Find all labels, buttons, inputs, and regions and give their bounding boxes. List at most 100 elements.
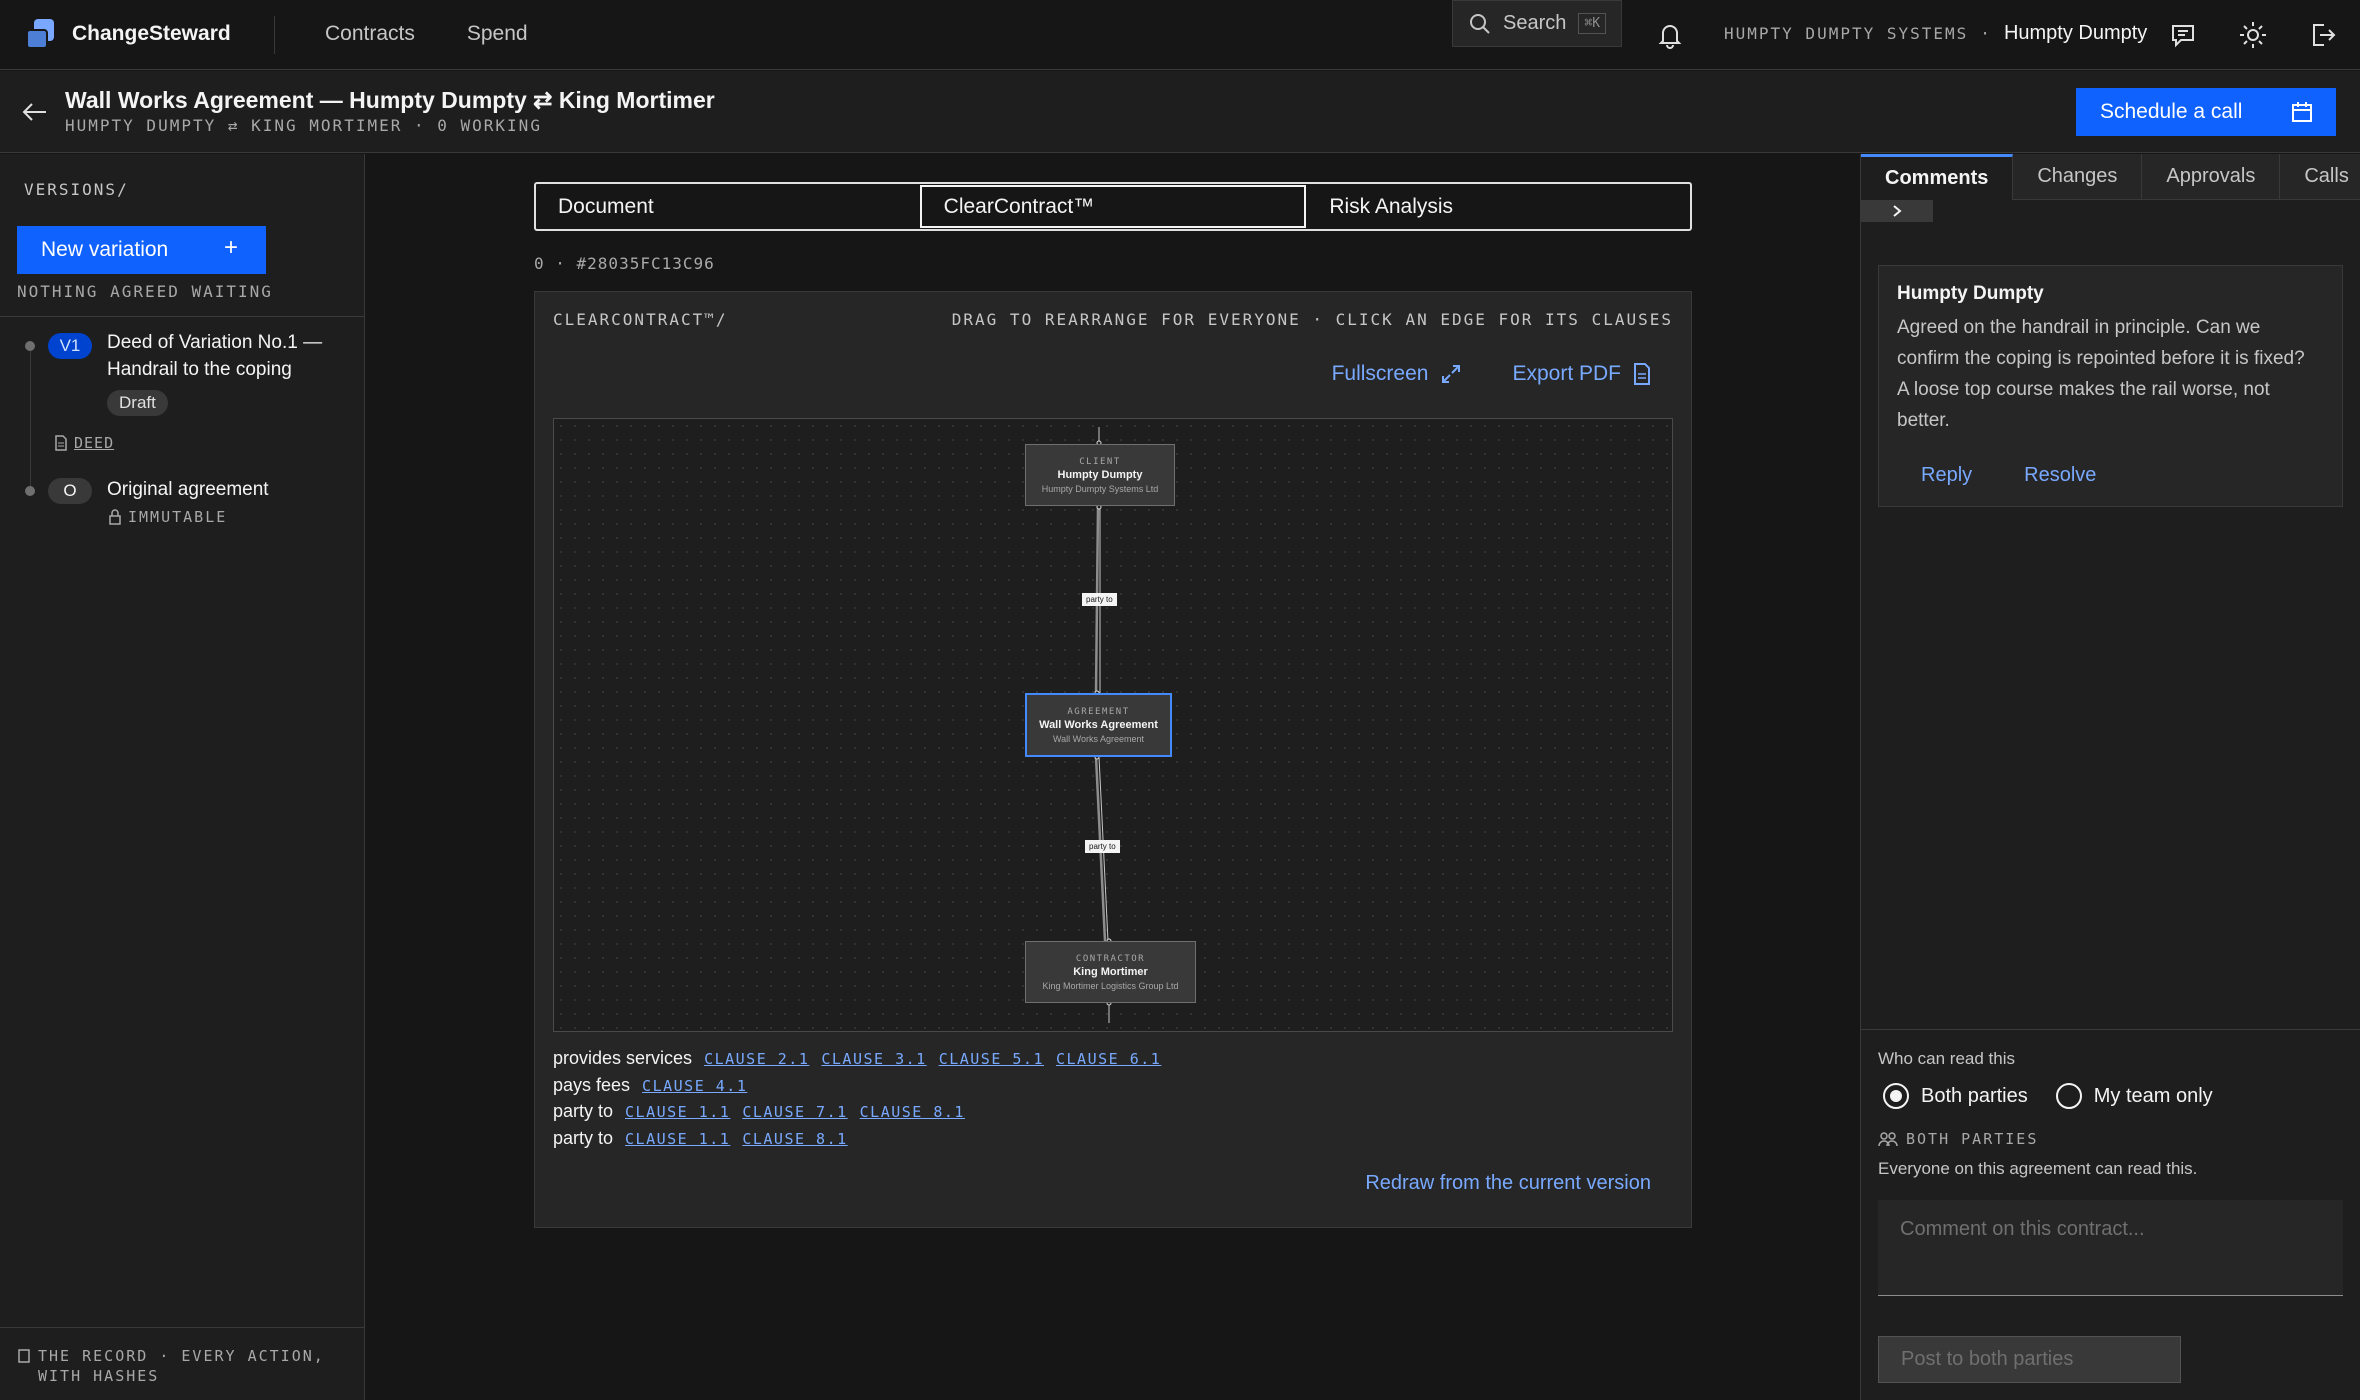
clause-link[interactable]: CLAUSE 6.1 bbox=[1056, 1047, 1161, 1073]
radio-label: My team only bbox=[2093, 1084, 2213, 1107]
new-variation-label: New variation bbox=[41, 238, 169, 261]
edge-label[interactable]: party to bbox=[1082, 593, 1117, 606]
versions-panel: VERSIONS/ New variation + NOTHING AGREED… bbox=[0, 154, 365, 1400]
visibility-tag: BOTH PARTIES bbox=[1878, 1130, 2038, 1148]
clause-link[interactable]: CLAUSE 1.1 bbox=[625, 1100, 730, 1126]
clause-relation: pays fees bbox=[553, 1074, 631, 1095]
org-name: HUMPTY DUMPTY SYSTEMS bbox=[1724, 24, 1969, 43]
collapse-button[interactable] bbox=[1861, 200, 1933, 222]
new-variation-button[interactable]: New variation + bbox=[17, 226, 266, 274]
reply-button[interactable]: Reply bbox=[1921, 464, 1972, 487]
page-title: Wall Works Agreement — Humpty Dumpty ⇄ K… bbox=[65, 87, 715, 113]
node-name: Wall Works Agreement bbox=[1039, 719, 1158, 731]
export-pdf-button[interactable]: Export PDF bbox=[1512, 362, 1651, 386]
clause-link[interactable]: CLAUSE 4.1 bbox=[642, 1074, 747, 1100]
node-sub: Wall Works Agreement bbox=[1052, 734, 1145, 744]
clearcontract-card: CLEARCONTRACT™/ DRAG TO REARRANGE FOR EV… bbox=[534, 291, 1692, 1228]
redraw-button[interactable]: Redraw from the current version bbox=[1365, 1172, 1651, 1195]
node-agreement[interactable]: AGREEMENT Wall Works Agreement Wall Work… bbox=[1025, 693, 1172, 757]
nav-contracts[interactable]: Contracts bbox=[325, 22, 415, 46]
versions-status: NOTHING AGREED WAITING bbox=[17, 282, 273, 301]
visibility-options: Both parties My team only bbox=[1883, 1083, 2213, 1109]
tab-document[interactable]: Document bbox=[536, 184, 919, 229]
tab-changes[interactable]: Changes bbox=[2013, 154, 2143, 200]
visibility-tag-label: BOTH PARTIES bbox=[1906, 1130, 2039, 1148]
clause-relation: party to bbox=[553, 1101, 614, 1121]
agreement-header: Wall Works Agreement — Humpty Dumpty ⇄ K… bbox=[0, 71, 2360, 153]
activity-panel: Comments Changes Approvals Calls Humpty … bbox=[1860, 154, 2360, 1400]
edge-label[interactable]: party to bbox=[1085, 840, 1120, 853]
deed-link[interactable]: DEED bbox=[54, 434, 114, 452]
tab-risk-analysis[interactable]: Risk Analysis bbox=[1307, 184, 1690, 229]
org-switcher[interactable]: HUMPTY DUMPTY SYSTEMS · Humpty Dumpty bbox=[1724, 22, 2147, 45]
back-arrow-icon[interactable] bbox=[20, 97, 50, 127]
comment-input[interactable] bbox=[1878, 1200, 2343, 1296]
node-name: Humpty Dumpty bbox=[1057, 469, 1143, 481]
bell-icon[interactable] bbox=[1655, 20, 1685, 50]
timeline-line bbox=[30, 344, 31, 494]
expand-icon bbox=[1442, 365, 1461, 383]
tab-comments[interactable]: Comments bbox=[1861, 154, 2014, 200]
clause-link[interactable]: CLAUSE 8.1 bbox=[742, 1127, 847, 1153]
clause-link[interactable]: CLAUSE 7.1 bbox=[742, 1100, 847, 1126]
radio-unselected-icon bbox=[2055, 1083, 2082, 1109]
node-name: King Mortimer bbox=[1073, 966, 1148, 978]
fullscreen-button[interactable]: Fullscreen bbox=[1332, 362, 1463, 386]
nav-spend[interactable]: Spend bbox=[467, 22, 528, 46]
clause-link[interactable]: CLAUSE 3.1 bbox=[821, 1047, 926, 1073]
radio-label: Both parties bbox=[1921, 1084, 2028, 1107]
clause-row: party to CLAUSE 1.1 CLAUSE 8.1 bbox=[553, 1126, 1161, 1153]
tab-clearcontract[interactable]: ClearContract™ bbox=[919, 185, 1307, 228]
node-kind: CONTRACTOR bbox=[1075, 954, 1146, 964]
brand-name: ChangeSteward bbox=[72, 22, 231, 45]
node-contractor[interactable]: CONTRACTOR King Mortimer King Mortimer L… bbox=[1025, 941, 1196, 1003]
version-badge[interactable]: O bbox=[48, 478, 92, 504]
clause-link[interactable]: CLAUSE 8.1 bbox=[860, 1100, 965, 1126]
node-sub: Humpty Dumpty Systems Ltd bbox=[1041, 484, 1159, 494]
search-button[interactable]: Search ⌘K bbox=[1452, 0, 1622, 47]
comment-actions: Reply Resolve bbox=[1921, 464, 2096, 487]
timeline-dot bbox=[25, 486, 35, 496]
clause-link[interactable]: CLAUSE 2.1 bbox=[704, 1047, 809, 1073]
version-title[interactable]: Deed of Variation No.1 — Handrail to the… bbox=[107, 329, 337, 383]
immutable-label: IMMUTABLE bbox=[128, 508, 228, 526]
logout-icon[interactable] bbox=[2308, 20, 2338, 50]
version-hash: 0 · #28035FC13C96 bbox=[534, 254, 715, 273]
version-title[interactable]: Original agreement bbox=[107, 476, 337, 503]
chat-icon[interactable] bbox=[2168, 20, 2198, 50]
record-link[interactable]: THE RECORD · EVERY ACTION, WITH HASHES bbox=[18, 1346, 348, 1386]
clause-link[interactable]: CLAUSE 1.1 bbox=[625, 1127, 730, 1153]
chevron-right-icon bbox=[1893, 205, 1902, 217]
version-badge[interactable]: V1 bbox=[48, 333, 92, 359]
clause-link[interactable]: CLAUSE 5.1 bbox=[939, 1047, 1044, 1073]
record-label: THE RECORD · EVERY ACTION, WITH HASHES bbox=[38, 1347, 325, 1385]
schedule-call-button[interactable]: Schedule a call bbox=[2076, 88, 2336, 136]
brand[interactable]: ChangeSteward bbox=[24, 14, 231, 54]
page-subtitle: HUMPTY DUMPTY ⇄ KING MORTIMER · 0 WORKIN… bbox=[65, 116, 542, 135]
sun-icon[interactable] bbox=[2238, 20, 2268, 50]
immutable-note: IMMUTABLE bbox=[108, 508, 227, 526]
calendar-icon bbox=[2292, 102, 2312, 122]
divider bbox=[0, 1327, 365, 1328]
user-name: Humpty Dumpty bbox=[2003, 22, 2148, 44]
tab-approvals[interactable]: Approvals bbox=[2142, 154, 2281, 200]
document-icon bbox=[55, 435, 67, 451]
resolve-button[interactable]: Resolve bbox=[2024, 464, 2096, 487]
clause-row: pays fees CLAUSE 4.1 bbox=[553, 1073, 1161, 1100]
status-badge: Draft bbox=[107, 390, 168, 416]
visibility-description: Everyone on this agreement can read this… bbox=[1878, 1159, 2198, 1178]
tab-calls[interactable]: Calls bbox=[2280, 154, 2360, 200]
comment-text: Agreed on the handrail in principle. Can… bbox=[1897, 317, 2305, 431]
radio-my-team-only[interactable]: My team only bbox=[2055, 1083, 2213, 1109]
timeline-dot bbox=[25, 341, 35, 351]
search-label: Search bbox=[1503, 12, 1567, 34]
record-icon bbox=[18, 1349, 30, 1363]
activity-tabs: Comments Changes Approvals Calls bbox=[1861, 154, 2360, 200]
node-client[interactable]: CLIENT Humpty Dumpty Humpty Dumpty Syste… bbox=[1025, 444, 1175, 506]
radio-both-parties[interactable]: Both parties bbox=[1883, 1083, 2028, 1109]
post-comment-button[interactable]: Post to both parties bbox=[1878, 1336, 2181, 1383]
clause-relation: provides services bbox=[553, 1048, 693, 1068]
divider bbox=[0, 316, 365, 317]
comment-card: Humpty Dumpty Agreed on the handrail in … bbox=[1878, 265, 2343, 507]
relationship-graph[interactable]: party to party to CLIENT Humpty Dumpty H… bbox=[553, 418, 1673, 1032]
